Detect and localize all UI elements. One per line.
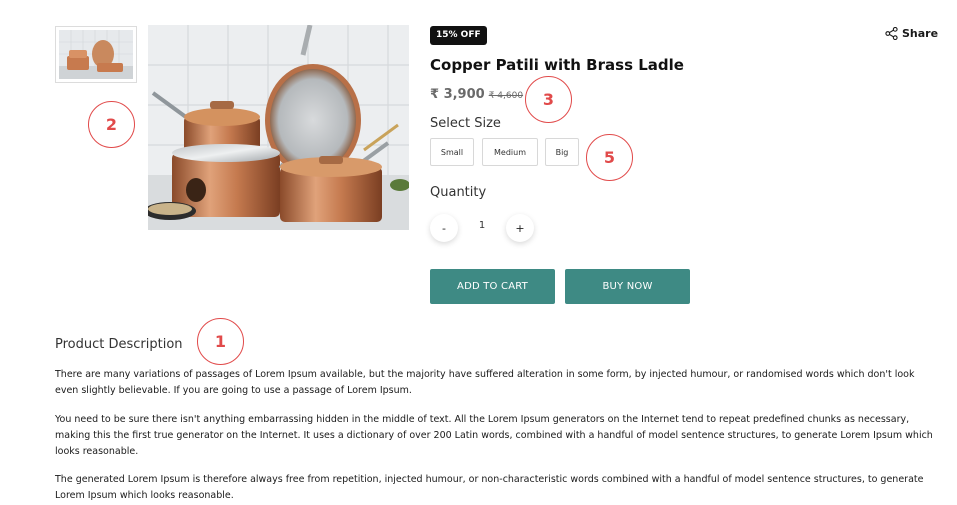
quantity-label: Quantity: [430, 185, 487, 200]
discount-badge: 15% OFF: [430, 26, 487, 45]
annotation-marker-2: 2: [88, 101, 135, 148]
quantity-decrease-button[interactable]: -: [430, 214, 458, 242]
select-size-label: Select Size: [430, 116, 501, 131]
original-price: ₹ 4,600: [488, 91, 524, 101]
description-paragraph: There are many variations of passages of…: [55, 369, 915, 396]
current-price: ₹ 3,900: [430, 87, 485, 102]
buy-now-button[interactable]: BUY NOW: [565, 269, 690, 304]
share-icon: [885, 27, 898, 40]
product-description-heading: Product Description: [55, 337, 183, 352]
copper-cookware-picture: [148, 25, 409, 230]
cookware-thumbnail-picture: [59, 30, 133, 79]
size-option-medium[interactable]: Medium: [482, 138, 538, 166]
annotation-marker-1: 1: [197, 318, 244, 365]
description-paragraph: You need to be sure there isn't anything…: [55, 414, 933, 457]
size-option-small[interactable]: Small: [430, 138, 474, 166]
quantity-increase-button[interactable]: +: [506, 214, 534, 242]
product-thumbnail[interactable]: [55, 26, 137, 83]
add-to-cart-button[interactable]: ADD TO CART: [430, 269, 555, 304]
product-main-image: [148, 25, 409, 230]
size-option-big[interactable]: Big: [545, 138, 579, 166]
thumbnail-image: [59, 30, 133, 79]
share-button[interactable]: Share: [885, 27, 938, 40]
description-paragraph: The generated Lorem Ipsum is therefore a…: [55, 474, 924, 501]
share-label: Share: [902, 27, 939, 40]
product-title: Copper Patili with Brass Ladle: [430, 56, 684, 74]
quantity-value: 1: [478, 220, 486, 231]
price-row: ₹ 3,900 ₹ 4,600: [430, 87, 523, 102]
annotation-marker-3: 3: [525, 76, 572, 123]
annotation-marker-5: 5: [586, 134, 633, 181]
